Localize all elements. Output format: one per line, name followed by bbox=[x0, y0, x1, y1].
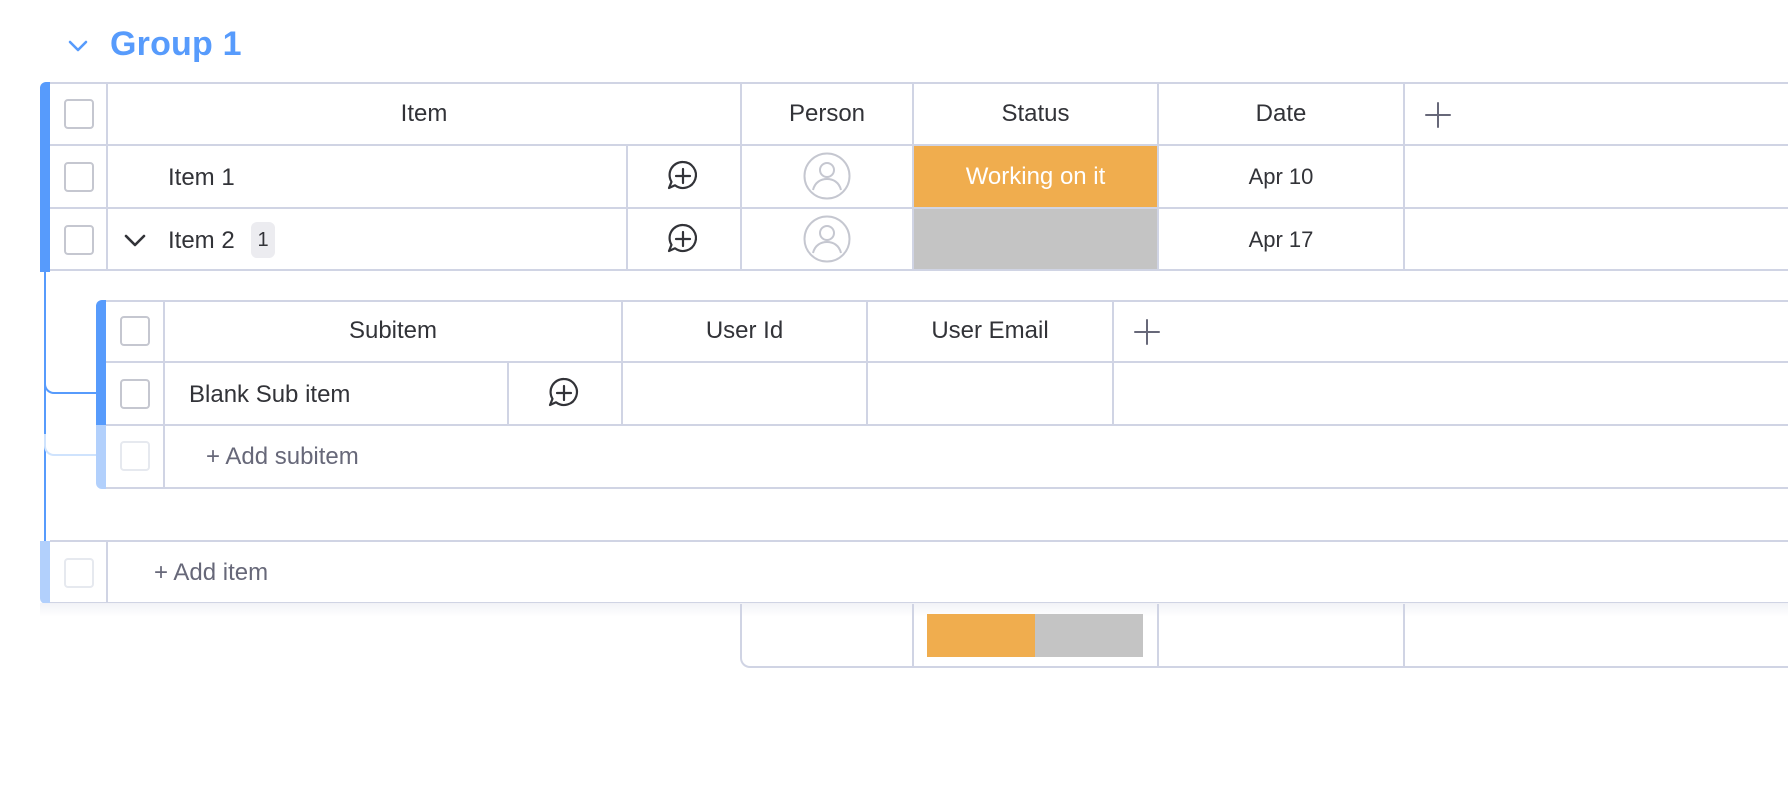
column-header-user-email[interactable]: User Email bbox=[868, 316, 1112, 346]
status-label: Working on it bbox=[965, 162, 1106, 190]
status-summary-working-segment bbox=[927, 614, 1035, 657]
subitem-color-bar-faded bbox=[96, 425, 106, 489]
subitem-connector-branch-faded bbox=[44, 434, 98, 456]
add-update-bubble-icon[interactable] bbox=[666, 222, 700, 256]
collapse-group-chevron-icon[interactable] bbox=[66, 34, 90, 58]
column-header-date[interactable]: Date bbox=[1159, 99, 1403, 129]
group-color-bar bbox=[40, 82, 50, 272]
status-cell-empty[interactable] bbox=[914, 209, 1157, 269]
subitem-color-bar bbox=[96, 300, 106, 425]
select-all-checkbox[interactable] bbox=[64, 99, 94, 129]
expand-subitems-chevron-icon[interactable] bbox=[122, 228, 148, 254]
row-checkbox[interactable] bbox=[64, 225, 94, 255]
add-subitem-column-plus-icon[interactable] bbox=[1132, 317, 1162, 347]
add-update-bubble-icon[interactable] bbox=[547, 376, 581, 410]
subitem-count-badge[interactable]: 1 bbox=[251, 222, 275, 258]
add-subitem-button[interactable]: + Add subitem bbox=[206, 442, 359, 472]
add-item-color-bar bbox=[40, 541, 50, 604]
column-header-person[interactable]: Person bbox=[742, 99, 912, 129]
subitem-name[interactable]: Blank Sub item bbox=[189, 380, 350, 410]
item-name[interactable]: Item 1 bbox=[168, 163, 235, 193]
add-column-plus-icon[interactable] bbox=[1423, 100, 1453, 130]
date-cell[interactable]: Apr 10 bbox=[1159, 162, 1403, 192]
subitem-checkbox[interactable] bbox=[120, 379, 150, 409]
add-subitem-checkbox bbox=[120, 441, 150, 471]
column-header-subitem[interactable]: Subitem bbox=[165, 316, 621, 346]
date-cell[interactable]: Apr 17 bbox=[1159, 225, 1403, 255]
status-summary-empty-segment bbox=[1035, 614, 1143, 657]
add-item-button[interactable]: + Add item bbox=[154, 558, 268, 588]
subitem-connector-line bbox=[44, 271, 46, 543]
column-header-user-id[interactable]: User Id bbox=[623, 316, 866, 346]
person-avatar-icon[interactable] bbox=[803, 152, 851, 200]
status-summary-bar[interactable] bbox=[927, 614, 1143, 657]
select-all-subitems-checkbox[interactable] bbox=[120, 316, 150, 346]
add-item-row-divider bbox=[106, 541, 108, 603]
add-update-bubble-icon[interactable] bbox=[666, 159, 700, 193]
person-avatar-icon[interactable] bbox=[803, 215, 851, 263]
column-header-status[interactable]: Status bbox=[914, 99, 1157, 129]
status-cell[interactable]: Working on it bbox=[914, 146, 1157, 207]
subitem-connector-branch bbox=[44, 372, 98, 394]
table-shadow bbox=[40, 603, 1788, 617]
add-item-checkbox bbox=[64, 558, 94, 588]
add-item-row-top-border bbox=[50, 540, 1788, 542]
item-name[interactable]: Item 2 bbox=[168, 226, 235, 256]
row-checkbox[interactable] bbox=[64, 162, 94, 192]
column-header-item[interactable]: Item bbox=[108, 99, 740, 129]
group-title[interactable]: Group 1 bbox=[110, 22, 242, 66]
